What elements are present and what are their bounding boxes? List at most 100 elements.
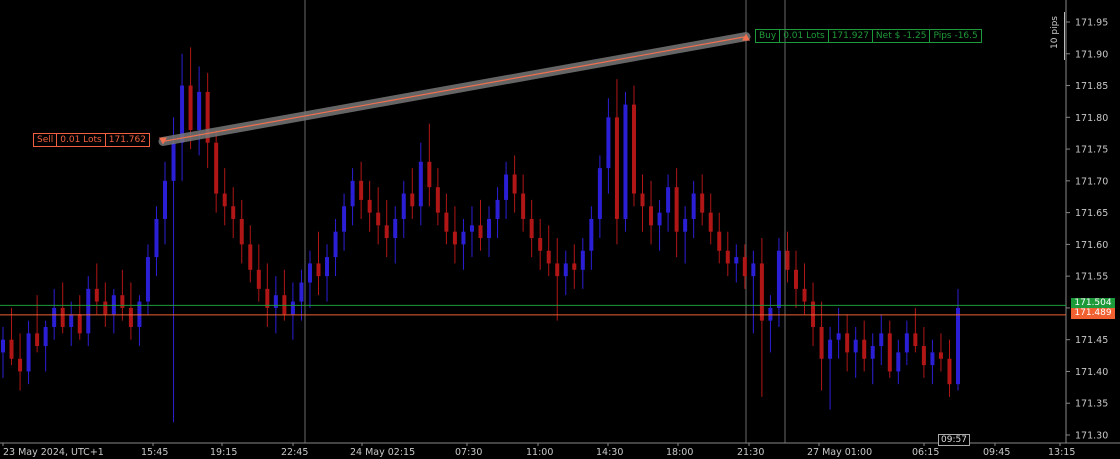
candle-body-100 <box>853 339 858 353</box>
candle-body-22 <box>188 85 193 131</box>
candle-body-75 <box>640 193 645 207</box>
candle-body-56 <box>478 225 483 239</box>
candle-body-70 <box>597 168 602 219</box>
candle-body-101 <box>862 339 867 359</box>
candle-body-66 <box>563 263 568 277</box>
x-tick-label-5: 07:30 <box>455 447 482 458</box>
candle-body-63 <box>538 238 543 251</box>
candle-body-46 <box>393 218 398 239</box>
pips-ruler-label: 10 pips <box>1050 16 1060 49</box>
candle-body-110 <box>938 352 943 359</box>
time-cursor-label: 09:57 <box>938 434 970 446</box>
candle-body-20 <box>171 142 176 181</box>
candle-body-1 <box>9 339 14 359</box>
x-tick-label-11: 06:15 <box>912 447 939 458</box>
candle-body-111 <box>947 358 952 385</box>
candle-body-15 <box>128 307 133 327</box>
y-tick-label-0: 171.95 <box>1075 18 1108 29</box>
candle-body-50 <box>427 161 432 188</box>
candle-body-43 <box>367 199 372 213</box>
y-tick-label-5: 171.70 <box>1075 176 1108 187</box>
sell-trade-label: Sell 0.01 Lots 171.762 <box>33 133 150 147</box>
y-tick-label-10: 171.45 <box>1075 335 1108 346</box>
x-tick-label-9: 21:30 <box>737 447 764 458</box>
candle-body-86 <box>734 257 739 264</box>
candle-body-13 <box>111 295 116 315</box>
y-tick-label-3: 171.80 <box>1075 113 1108 124</box>
candlestick-chart[interactable]: 171.95 171.90 171.85 171.80 171.75 171.70 171.… <box>0 0 1120 459</box>
x-tick-label-1: 15:45 <box>141 447 168 458</box>
candle-body-112 <box>956 307 960 385</box>
y-tick-label-1: 171.90 <box>1075 49 1108 60</box>
candle-body-58 <box>495 199 500 219</box>
candle-body-68 <box>580 250 585 270</box>
y-tick-label-2: 171.85 <box>1075 81 1108 92</box>
y-tick-label-8: 171.55 <box>1075 272 1108 283</box>
candle-body-67 <box>572 263 577 270</box>
candle-body-90 <box>768 307 773 321</box>
candle-body-93 <box>793 269 798 289</box>
candle-body-84 <box>717 231 722 251</box>
candle-body-25 <box>214 142 219 194</box>
candle-body-78 <box>666 187 671 213</box>
candle-body-96 <box>819 326 824 359</box>
candle-body-4 <box>35 333 40 347</box>
candle-body-59 <box>504 174 509 200</box>
x-tick-label-6: 11:00 <box>526 447 553 458</box>
candle-body-109 <box>930 352 935 366</box>
candle-body-23 <box>197 91 202 131</box>
candle-body-65 <box>555 263 560 277</box>
candle-body-7 <box>60 307 65 327</box>
candle-body-82 <box>700 193 705 213</box>
candle-body-37 <box>316 263 321 277</box>
candle-body-44 <box>376 212 381 226</box>
candle-body-26 <box>222 193 227 207</box>
candle-body-18 <box>154 218 159 258</box>
candle-body-80 <box>683 218 688 232</box>
candle-body-42 <box>359 180 364 200</box>
candle-body-57 <box>487 218 492 239</box>
candle-body-69 <box>589 218 594 251</box>
candle-body-48 <box>410 193 415 207</box>
trade-line <box>162 36 747 143</box>
candle-body-89 <box>759 263 764 321</box>
y-tick-label-11: 171.40 <box>1075 367 1108 378</box>
trade-net: Net $ -1.25 <box>871 29 931 43</box>
trade-pips: Pips -16.5 <box>929 29 982 43</box>
x-tick-label-4: 24 May 02:15 <box>350 447 415 458</box>
candle-body-2 <box>18 358 23 372</box>
candle-body-108 <box>921 346 926 366</box>
candle-body-34 <box>290 301 295 315</box>
candle-body-14 <box>120 295 125 308</box>
x-tick-label-8: 18:00 <box>666 447 693 458</box>
candle-body-62 <box>529 218 534 239</box>
candle-body-83 <box>708 212 713 232</box>
candle-body-40 <box>342 206 347 232</box>
candle-body-38 <box>325 257 330 277</box>
candle-body-30 <box>256 269 261 289</box>
sell-side: Sell <box>33 133 58 147</box>
candle-body-104 <box>887 333 892 372</box>
candle-body-102 <box>870 346 875 359</box>
candle-body-9 <box>77 314 82 334</box>
candle-body-19 <box>163 180 168 219</box>
candle-body-55 <box>469 225 474 232</box>
buy-trade-label: Buy 0.01 Lots 171.927 Net $ -1.25 Pips -… <box>755 29 982 43</box>
candle-body-3 <box>26 333 31 372</box>
sell-lots: 0.01 Lots <box>56 133 106 147</box>
x-tick-label-3: 22:45 <box>281 447 308 458</box>
candle-body-87 <box>742 257 747 277</box>
candle-body-10 <box>86 288 91 334</box>
ask-price-badge: 171.489 <box>1071 308 1115 319</box>
buy-lots: 0.01 Lots <box>779 29 829 43</box>
candle-body-61 <box>521 193 526 219</box>
candle-body-33 <box>282 295 287 315</box>
x-tick-label-10: 27 May 01:00 <box>807 447 872 458</box>
candle-body-36 <box>307 263 312 283</box>
buy-side: Buy <box>755 29 781 43</box>
candle-body-12 <box>103 301 108 315</box>
y-tick-label-4: 171.75 <box>1075 145 1108 156</box>
candle-body-39 <box>333 231 338 258</box>
candle-body-99 <box>845 333 850 353</box>
candle-body-53 <box>452 231 457 245</box>
